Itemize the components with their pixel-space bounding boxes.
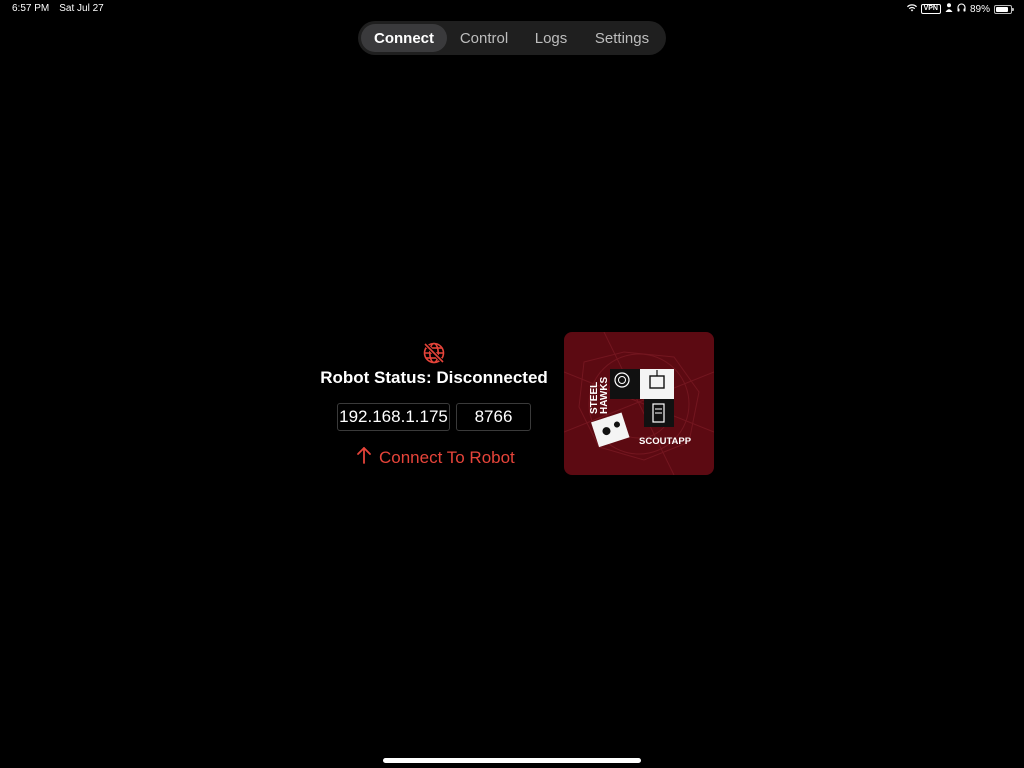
status-date: Sat Jul 27 [59, 3, 104, 14]
tab-logs[interactable]: Logs [521, 24, 581, 52]
tab-connect[interactable]: Connect [361, 24, 447, 52]
battery-fill [996, 6, 1009, 12]
segmented-tab-control: Connect Control Logs Settings [358, 21, 666, 55]
logo-line2: HAWKS [599, 376, 610, 414]
ip-address-field[interactable] [337, 403, 450, 431]
headphones-icon [957, 3, 966, 15]
connect-to-robot-button[interactable]: Connect To Robot [355, 445, 515, 470]
battery-percent: 89% [969, 3, 990, 15]
tab-control[interactable]: Control [447, 24, 521, 52]
status-bar: 6:57 PM Sat Jul 27 VPN 89% [0, 0, 1024, 18]
tab-settings[interactable]: Settings [581, 24, 663, 52]
status-time: 6:57 PM [12, 3, 50, 14]
home-indicator[interactable] [383, 758, 641, 763]
port-field[interactable] [456, 403, 531, 431]
steel-hawks-scoutapp-logo: STEEL HAWKS SCOUTAPP [564, 332, 714, 475]
logo-app-name: SCOUTAPP [639, 436, 692, 447]
person-icon [945, 3, 953, 15]
vpn-badge: VPN [920, 4, 941, 14]
battery-icon [994, 4, 1014, 14]
robot-status-text: Robot Status: Disconnected [320, 368, 548, 387]
wifi-icon [906, 3, 917, 15]
arrow-up-icon [355, 445, 373, 470]
connect-to-robot-label: Connect To Robot [379, 447, 515, 467]
globe-slash-icon [422, 341, 446, 365]
app-screen: 6:57 PM Sat Jul 27 VPN 89% Connect Contr… [0, 0, 1024, 768]
